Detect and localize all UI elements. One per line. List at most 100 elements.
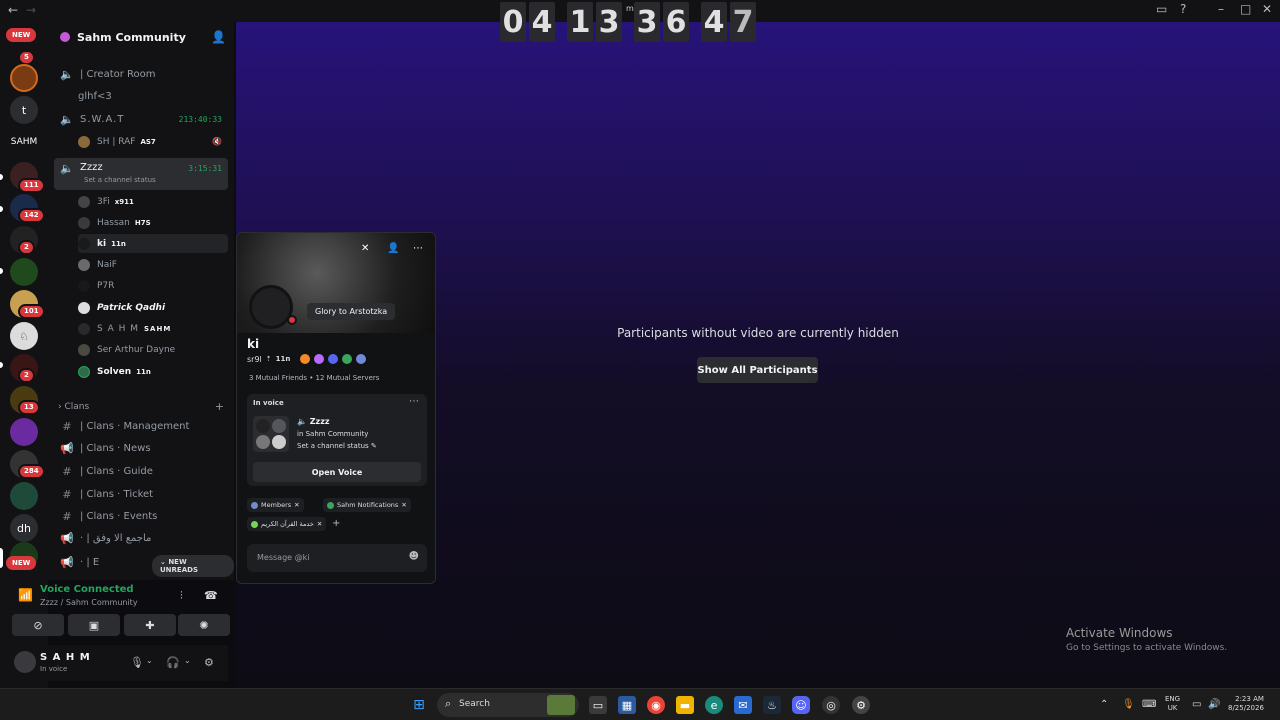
voice-user[interactable]: Hassan H7S: [78, 213, 228, 232]
voice-user[interactable]: Ser Arthur Dayne: [78, 340, 228, 359]
new-unreads-button[interactable]: ⌄ NEW UNREADS: [152, 555, 234, 577]
voice-channel-status[interactable]: Set a channel status ✎: [297, 442, 377, 450]
user-panel-name[interactable]: S A H M: [40, 652, 91, 663]
voice-user[interactable]: S A H M SAHM: [78, 319, 228, 338]
edge-icon[interactable]: e: [705, 696, 723, 714]
channel-swat[interactable]: 🔈 S.W.A.T 213:40:33: [54, 109, 228, 129]
mail-icon[interactable]: ✉: [734, 696, 752, 714]
close-icon[interactable]: ✕: [1262, 2, 1272, 16]
app-icon[interactable]: ◎: [822, 696, 840, 714]
open-voice-button[interactable]: Open Voice: [253, 462, 421, 482]
server-icon[interactable]: ♘: [10, 322, 38, 350]
noise-suppression-icon[interactable]: ⫶: [180, 589, 183, 603]
add-friend-icon[interactable]: 👤: [387, 243, 399, 254]
message-input[interactable]: Message @ki ☻: [247, 544, 427, 572]
badge-icon[interactable]: [300, 354, 311, 364]
voice-connected-channel[interactable]: Zzzz / Sahm Community: [40, 598, 138, 607]
voice-user[interactable]: 3Fi x911: [78, 192, 228, 211]
disconnect-icon[interactable]: ☎: [204, 589, 218, 602]
file-explorer-icon[interactable]: ▬: [676, 696, 694, 714]
invite-people-icon[interactable]: 👤: [211, 30, 226, 44]
more-options-icon[interactable]: ⋯: [409, 396, 419, 407]
tray-chevron-icon[interactable]: ⌃: [1100, 699, 1108, 710]
taskbar-clock[interactable]: 2:23 AM 8/25/2026: [1228, 695, 1264, 713]
server-header[interactable]: Sahm Community ⌄ 👤: [48, 22, 234, 52]
channel-clans-ticket[interactable]: # | Clans · Ticket: [54, 484, 228, 504]
badge-icon[interactable]: [328, 354, 339, 364]
avatar[interactable]: [14, 651, 36, 673]
soundboard-button[interactable]: ✺: [178, 614, 230, 636]
monitor-icon[interactable]: ▭: [1192, 699, 1201, 710]
channel-clans-management[interactable]: # | Clans · Management: [54, 416, 228, 436]
server-icon[interactable]: [10, 482, 38, 510]
server-icon[interactable]: [10, 418, 38, 446]
chevron-down-icon[interactable]: ⌄: [162, 31, 170, 41]
language-indicator[interactable]: ENG UK: [1165, 695, 1180, 713]
add-channel-icon[interactable]: +: [215, 400, 224, 413]
server-icon[interactable]: SAHM: [9, 128, 39, 156]
back-arrow-icon[interactable]: ←: [8, 3, 18, 17]
emoji-icon[interactable]: ☻: [409, 551, 419, 562]
channel-creator-room[interactable]: 🔈 | Creator Room: [54, 64, 228, 84]
minimize-icon[interactable]: –: [1218, 2, 1224, 16]
connection-signal-icon[interactable]: 📶: [18, 588, 33, 602]
channel-status[interactable]: Set a channel status: [84, 176, 156, 184]
remove-role-icon[interactable]: ✕: [317, 520, 322, 528]
more-options-icon[interactable]: ⋯: [413, 243, 423, 254]
new-badge-bottom[interactable]: NEW: [6, 556, 37, 570]
badge-icon[interactable]: [356, 354, 367, 364]
voice-user[interactable]: NaiF: [78, 255, 228, 274]
microphone-tray-icon[interactable]: 🎙: [1122, 699, 1135, 710]
role-chip[interactable]: خدمة القرآن الكريم ✕: [247, 517, 327, 531]
windows-start-icon[interactable]: ⊞: [410, 696, 428, 714]
volume-icon[interactable]: 🔊: [1208, 699, 1220, 710]
activities-button[interactable]: ✚: [124, 614, 176, 636]
screen-share-button[interactable]: ▣: [68, 614, 120, 636]
channel-glhf[interactable]: glhf<3: [54, 86, 228, 106]
maximize-icon[interactable]: □: [1240, 2, 1251, 16]
category-clans[interactable]: › Clans: [58, 402, 89, 412]
voice-user[interactable]: P7R: [78, 276, 228, 295]
voice-connected-title[interactable]: Voice Connected: [40, 584, 134, 595]
chrome-icon[interactable]: ◉: [647, 696, 665, 714]
mutual-info[interactable]: 3 Mutual Friends • 12 Mutual Servers: [249, 374, 379, 382]
discord-icon[interactable]: ☺: [792, 696, 810, 714]
badge-icon[interactable]: [342, 354, 353, 364]
role-chip[interactable]: Members ✕: [247, 498, 304, 512]
settings-gear-icon[interactable]: ⚙: [204, 656, 214, 669]
profile-avatar[interactable]: [249, 285, 293, 329]
store-icon[interactable]: ▦: [618, 696, 636, 714]
channel-clans-news[interactable]: 📢 | Clans · News: [54, 438, 228, 458]
keyboard-icon[interactable]: ⌨: [1142, 699, 1156, 710]
voice-user[interactable]: Solven 11n: [78, 362, 228, 381]
add-role-icon[interactable]: +: [332, 518, 340, 529]
new-badge-top[interactable]: NEW: [6, 28, 37, 42]
forward-arrow-icon[interactable]: →: [26, 3, 36, 17]
channel-clans-guide[interactable]: # | Clans · Guide: [54, 461, 228, 481]
channel-arabic[interactable]: 📢 · | ماجمع الا وفق: [54, 528, 228, 548]
server-icon[interactable]: dh: [10, 514, 38, 542]
camera-off-button[interactable]: ⊘: [12, 614, 64, 636]
server-icon[interactable]: [10, 64, 38, 92]
microphone-icon[interactable]: 🎙: [130, 656, 144, 669]
server-icon[interactable]: [10, 258, 38, 286]
help-icon[interactable]: ?: [1180, 2, 1186, 16]
remove-role-icon[interactable]: ✕: [294, 501, 299, 509]
settings-icon[interactable]: ⚙: [852, 696, 870, 714]
show-all-participants-button[interactable]: Show All Participants: [697, 357, 818, 383]
task-view-icon[interactable]: ▭: [589, 696, 607, 714]
server-icon[interactable]: t: [10, 96, 38, 124]
chevron-down-icon[interactable]: ⌄: [184, 656, 191, 665]
taskbar-search[interactable]: ⌕ Search: [437, 693, 579, 717]
chevron-down-icon[interactable]: ⌄: [146, 656, 153, 665]
voice-user[interactable]: Patrick Qadhi: [78, 298, 228, 317]
channel-clans-events[interactable]: # | Clans · Events: [54, 506, 228, 526]
voice-user[interactable]: SH | RAF AS7 🔇: [78, 132, 228, 151]
role-chip[interactable]: Sahm Notifications ✕: [323, 498, 411, 512]
voice-user-selected[interactable]: ki 11n: [78, 234, 228, 253]
channel-zzzz[interactable]: 🔈 Zzzz 3:15:31 Set a channel status: [54, 158, 228, 190]
headphones-icon[interactable]: 🎧: [166, 656, 180, 669]
steam-icon[interactable]: ♨: [763, 696, 781, 714]
inbox-icon[interactable]: ▭: [1156, 2, 1167, 16]
close-x-icon[interactable]: ✕: [361, 243, 369, 254]
